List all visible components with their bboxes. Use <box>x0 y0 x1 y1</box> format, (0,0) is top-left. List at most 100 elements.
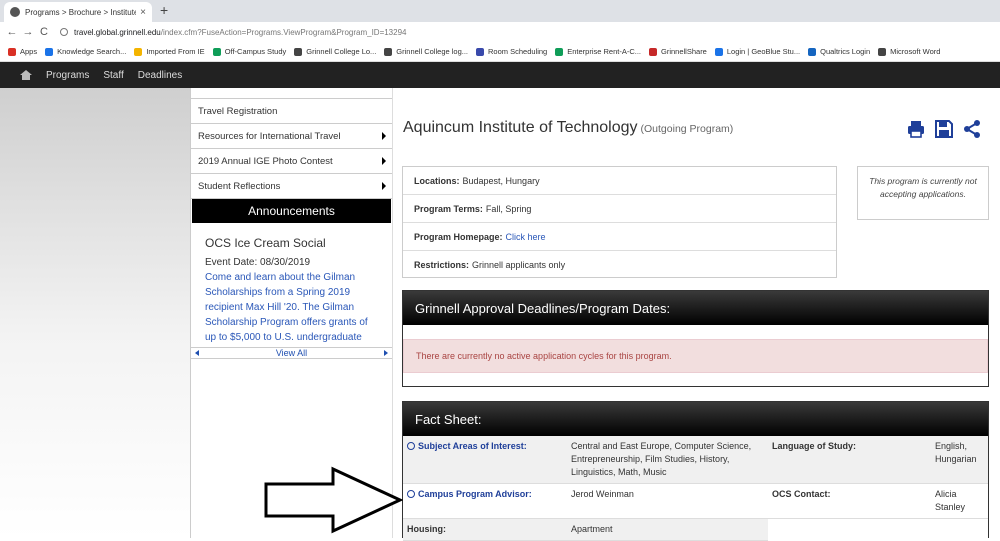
program-title: Aquincum Institute of Technology <box>403 119 638 136</box>
nav-programs[interactable]: Programs <box>46 70 89 81</box>
bookmark-label: Knowledge Search... <box>57 47 127 56</box>
language-value: English, Hungarian <box>931 436 988 484</box>
bookmark-label: Off-Campus Study <box>224 47 287 56</box>
terms-label: Program Terms: <box>414 203 483 214</box>
homepage-link[interactable]: Click here <box>506 232 546 242</box>
language-label: Language of Study: <box>768 436 931 484</box>
bookmark-item[interactable]: Knowledge Search... <box>45 47 126 56</box>
bookmark-icon <box>134 47 143 56</box>
bookmark-icon <box>476 47 485 56</box>
campus-advisor-label-text: Campus Program Advisor: <box>418 489 532 499</box>
caret-right-icon <box>382 132 386 140</box>
bookmark-item[interactable]: Grinnell College log... <box>384 47 468 56</box>
bookmark-label: GrinnellShare <box>661 47 707 56</box>
bookmark-item[interactable]: Imported From IE <box>134 47 205 56</box>
page-gutter <box>0 88 190 538</box>
share-icon[interactable] <box>962 119 982 139</box>
previous-arrow-icon[interactable] <box>195 350 199 356</box>
nav-deadlines[interactable]: Deadlines <box>138 70 182 81</box>
sidebar-item-resources[interactable]: Resources for International Travel <box>191 124 392 149</box>
annotation-arrow-icon <box>264 466 403 534</box>
sidebar-item-label: 2019 Annual IGE Photo Contest <box>198 155 333 167</box>
homepage-label: Program Homepage: <box>414 231 503 242</box>
close-tab-icon[interactable]: × <box>140 7 146 18</box>
announcement-heading: OCS Ice Cream Social <box>205 236 326 250</box>
ocs-contact-label: OCS Contact: <box>768 484 931 519</box>
bookmark-item[interactable]: Microsoft Word <box>878 47 940 56</box>
deadlines-panel: Grinnell Approval Deadlines/Program Date… <box>402 290 989 387</box>
bookmark-item[interactable]: Apps <box>8 47 37 56</box>
sidebar-item-student-reflections[interactable]: Student Reflections <box>191 174 392 199</box>
bookmark-item[interactable]: Enterprise Rent-A-C... <box>555 47 641 56</box>
factsheet-title: Fact Sheet: <box>403 402 988 436</box>
bookmark-label: Imported From IE <box>146 47 205 56</box>
bookmark-icon <box>878 47 887 56</box>
bookmark-label: Grinnell College log... <box>396 47 469 56</box>
bookmark-icon <box>212 47 221 56</box>
sidebar-item-photo-contest[interactable]: 2019 Annual IGE Photo Contest <box>191 149 392 174</box>
sidebar-item-label: Travel Registration <box>198 105 278 117</box>
application-status-notice: This program is currently not accepting … <box>857 166 989 220</box>
view-all-link[interactable]: View All <box>276 348 307 358</box>
bookmark-icon <box>384 47 393 56</box>
bookmark-item[interactable]: Qualtrics Login <box>808 47 870 56</box>
browser-tab[interactable]: Programs > Brochure > Institute × <box>4 2 152 22</box>
terms-value: Fall, Spring <box>485 203 532 214</box>
nav-staff[interactable]: Staff <box>103 70 123 81</box>
campus-advisor-value: Jerod Weinman <box>567 484 768 519</box>
announcement-text[interactable]: Come and learn about the Gilman Scholars… <box>205 270 378 347</box>
bookmark-icon <box>649 47 657 56</box>
announcement-pager: View All <box>191 347 392 359</box>
print-icon[interactable] <box>906 119 926 139</box>
restrictions-label: Restrictions: <box>414 260 470 270</box>
bookmark-item[interactable]: Login | GeoBlue Stu... <box>714 47 801 56</box>
reload-button[interactable]: C <box>36 26 52 38</box>
circle-icon <box>407 490 415 498</box>
announcement-date: Event Date: 08/30/2019 <box>205 257 311 268</box>
info-restrictions: Restrictions: Grinnell applicants only <box>403 251 836 279</box>
caret-right-icon <box>382 157 386 165</box>
bookmarks-bar: Apps Knowledge Search... Imported From IE O… <box>0 42 1000 62</box>
bookmark-icon <box>555 47 564 56</box>
subject-areas-label-text: Subject Areas of Interest: <box>418 441 527 451</box>
circle-icon <box>407 442 415 450</box>
bookmark-icon <box>808 47 817 56</box>
url-path: /index.cfm?FuseAction=Programs.ViewProgr… <box>160 27 407 37</box>
bookmark-label: Login | GeoBlue Stu... <box>726 47 801 56</box>
next-arrow-icon[interactable] <box>383 350 388 356</box>
forward-button[interactable]: → <box>20 26 36 38</box>
bookmark-item[interactable]: GrinnellShare <box>649 47 707 56</box>
address-bar: ← → C travel.global.grinnell.edu/index.c… <box>0 22 1000 42</box>
save-icon[interactable] <box>934 119 954 139</box>
globe-icon <box>10 7 20 17</box>
restrictions-value: Grinnell applicants only <box>472 260 566 270</box>
campus-advisor-label[interactable]: Campus Program Advisor: <box>403 484 567 519</box>
back-button[interactable]: ← <box>4 26 20 38</box>
subject-areas-label[interactable]: Subject Areas of Interest: <box>403 436 567 484</box>
locations-label: Locations: <box>414 175 460 186</box>
url-input[interactable]: travel.global.grinnell.edu/index.cfm?Fus… <box>60 28 406 37</box>
home-icon[interactable] <box>20 70 32 80</box>
info-terms: Program Terms: Fall, Spring <box>403 195 836 223</box>
deadlines-alert: There are currently no active applicatio… <box>403 339 988 373</box>
bookmark-icon <box>8 47 16 56</box>
page-title: Aquincum Institute of Technology (Outgoin… <box>403 119 733 137</box>
bookmark-label: Microsoft Word <box>890 47 941 56</box>
bookmark-item[interactable]: Off-Campus Study <box>212 47 287 56</box>
bookmark-label: Qualtrics Login <box>820 47 871 56</box>
sidebar-item-label: Student Reflections <box>198 180 281 192</box>
bookmark-item[interactable]: Grinnell College Lo... <box>294 47 376 56</box>
announcements-title: Announcements <box>192 199 391 223</box>
program-info: Locations: Budapest, Hungary Program Ter… <box>402 166 837 278</box>
sidebar-scrolled-item <box>191 88 392 99</box>
program-subtitle: (Outgoing Program) <box>640 123 734 135</box>
bookmark-item[interactable]: Room Scheduling <box>476 47 547 56</box>
subject-areas-value: Central and East Europe, Computer Scienc… <box>567 436 768 484</box>
new-tab-button[interactable]: + <box>160 2 168 18</box>
sidebar-item-travel-registration[interactable]: Travel Registration <box>191 99 392 124</box>
bookmark-label: Enterprise Rent-A-C... <box>567 47 641 56</box>
bookmark-label: Apps <box>20 47 38 56</box>
locations-value: Budapest, Hungary <box>462 175 540 186</box>
sidebar-item-label: Resources for International Travel <box>198 130 341 142</box>
info-locations: Locations: Budapest, Hungary <box>403 167 836 195</box>
